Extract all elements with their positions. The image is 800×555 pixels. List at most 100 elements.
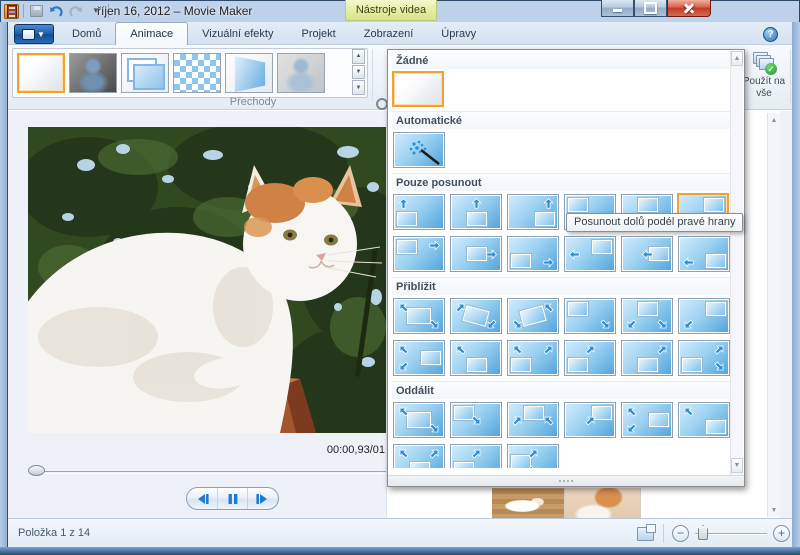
pan-zoom-gallery-item[interactable] xyxy=(621,236,673,272)
help-button[interactable]: ? xyxy=(763,27,778,42)
gallery-scroll-controls: ▲ ▼ ▼ xyxy=(352,49,365,95)
pan-zoom-gallery-item[interactable] xyxy=(392,71,444,107)
pan-zoom-gallery-item[interactable] xyxy=(393,444,445,468)
pan-zoom-gallery-item[interactable] xyxy=(564,298,616,334)
pan-zoom-gallery-item[interactable] xyxy=(393,194,445,230)
gallery-scrollbar[interactable]: ▲ ▼ xyxy=(730,51,743,485)
pan-zoom-gallery-item[interactable] xyxy=(507,444,559,468)
pan-zoom-gallery-item[interactable] xyxy=(507,236,559,272)
pan-zoom-gallery-item[interactable] xyxy=(621,340,673,376)
mini-frame xyxy=(467,358,487,372)
mini-frame xyxy=(511,254,531,268)
pan-zoom-gallery-item[interactable] xyxy=(393,132,445,168)
gallery-row xyxy=(392,129,731,171)
pan-zoom-gallery-item[interactable] xyxy=(564,236,616,272)
pan-arrow-ur-icon xyxy=(429,448,440,459)
pan-zoom-gallery-item[interactable] xyxy=(393,236,445,272)
pan-zoom-gallery-item[interactable] xyxy=(678,298,730,334)
pan-arrow-dr-icon xyxy=(429,423,440,434)
mini-frame xyxy=(638,198,658,212)
save-button[interactable] xyxy=(28,4,44,19)
transition-blur[interactable] xyxy=(277,53,325,93)
tab-animace[interactable]: Animace xyxy=(115,22,188,45)
pan-zoom-gallery-item[interactable] xyxy=(564,340,616,376)
app-icon[interactable] xyxy=(4,4,19,19)
gallery-row xyxy=(392,233,731,275)
pan-zoom-gallery-item[interactable] xyxy=(678,340,730,376)
storyboard-item-thumbnail[interactable] xyxy=(492,488,565,519)
pan-zoom-gallery-item[interactable] xyxy=(450,236,502,272)
scroll-up-icon[interactable]: ▲ xyxy=(768,113,780,127)
pan-arrow-l-icon xyxy=(683,257,694,268)
pan-zoom-gallery-item[interactable] xyxy=(507,402,559,438)
next-frame-button[interactable] xyxy=(248,488,278,509)
pan-arrow-r-icon xyxy=(486,249,497,260)
pan-arrow-ur-icon xyxy=(585,415,596,426)
pan-zoom-gallery-item[interactable] xyxy=(393,340,445,376)
pan-zoom-gallery-item[interactable] xyxy=(678,402,730,438)
divider xyxy=(372,49,373,101)
tab-projekt[interactable]: Projekt xyxy=(287,22,349,45)
transitions-gallery xyxy=(12,48,368,98)
transition-crossfade-dark[interactable] xyxy=(69,53,117,93)
pan-zoom-gallery-item[interactable] xyxy=(621,402,673,438)
seek-bar[interactable] xyxy=(30,471,386,474)
mini-frame xyxy=(397,212,417,226)
mini-frame xyxy=(524,406,544,420)
pause-button[interactable] xyxy=(218,488,249,509)
tab-úpravy[interactable]: Úpravy xyxy=(427,22,490,45)
pan-zoom-gallery-item[interactable] xyxy=(450,444,502,468)
pan-zoom-gallery-item[interactable] xyxy=(507,194,559,230)
apply-to-all-button[interactable]: ✓ Použít na vše xyxy=(742,48,786,106)
file-menu-button[interactable]: ▼ xyxy=(14,24,54,44)
tab-zobrazení[interactable]: Zobrazení xyxy=(350,22,428,45)
transition-no-transition[interactable] xyxy=(17,53,65,93)
divider xyxy=(23,4,24,18)
pan-zoom-gallery-item[interactable] xyxy=(678,236,730,272)
pan-zoom-gallery-item[interactable] xyxy=(507,298,559,334)
pan-zoom-gallery-item[interactable] xyxy=(393,402,445,438)
pan-zoom-gallery-item[interactable] xyxy=(450,340,502,376)
undo-button[interactable] xyxy=(48,4,64,19)
mini-frame xyxy=(682,358,702,372)
storyboard-scrollbar[interactable]: ▲ ▼ xyxy=(767,113,780,517)
pan-zoom-gallery-item[interactable] xyxy=(450,298,502,334)
pan-zoom-gallery-item[interactable] xyxy=(450,194,502,230)
pan-arrow-dr-icon xyxy=(600,319,611,330)
tab-domů[interactable]: Domů xyxy=(58,22,115,45)
transition-checkerboard[interactable] xyxy=(173,53,221,93)
pan-arrow-u-icon xyxy=(543,198,554,209)
transition-diagonal[interactable] xyxy=(121,53,169,93)
pan-zoom-gallery-item[interactable] xyxy=(621,298,673,334)
gallery-row xyxy=(392,399,731,441)
minimize-button[interactable] xyxy=(601,0,634,17)
pan-zoom-gallery-item[interactable] xyxy=(393,298,445,334)
zoom-slider-thumb[interactable] xyxy=(698,525,708,540)
redo-button[interactable] xyxy=(68,4,84,19)
close-button[interactable] xyxy=(667,0,711,17)
scroll-down-icon[interactable]: ▼ xyxy=(731,458,743,473)
maximize-button[interactable] xyxy=(634,0,667,17)
scroll-up-icon[interactable]: ▲ xyxy=(731,51,743,66)
tab-vizuální-efekty[interactable]: Vizuální efekty xyxy=(188,22,287,45)
zoom-out-button[interactable]: − xyxy=(672,525,689,542)
pan-arrow-ul-icon xyxy=(398,302,409,313)
thumbnail-size-icon[interactable] xyxy=(637,527,654,541)
pan-zoom-gallery-item[interactable] xyxy=(564,402,616,438)
pan-zoom-gallery-item[interactable] xyxy=(507,340,559,376)
transition-cinematic[interactable] xyxy=(225,53,273,93)
pan-arrow-ur-icon xyxy=(657,344,668,355)
gallery-scroll-down-button[interactable]: ▼ xyxy=(352,65,365,80)
previous-frame-button[interactable] xyxy=(187,488,218,509)
scroll-down-icon[interactable]: ▼ xyxy=(768,503,780,517)
resize-grip[interactable] xyxy=(388,475,744,486)
mini-frame xyxy=(535,212,555,226)
pan-arrow-ul-icon xyxy=(398,448,409,459)
zoom-in-button[interactable]: + xyxy=(773,525,790,542)
gallery-scroll-up-button[interactable]: ▲ xyxy=(352,49,365,64)
gallery-more-button[interactable]: ▼ xyxy=(352,80,365,95)
pan-zoom-gallery-item[interactable] xyxy=(450,402,502,438)
seek-thumb[interactable] xyxy=(28,465,45,476)
tab-strip: DomůAnimaceVizuální efektyProjektZobraze… xyxy=(58,22,490,45)
storyboard-item-thumbnail[interactable] xyxy=(565,488,641,519)
